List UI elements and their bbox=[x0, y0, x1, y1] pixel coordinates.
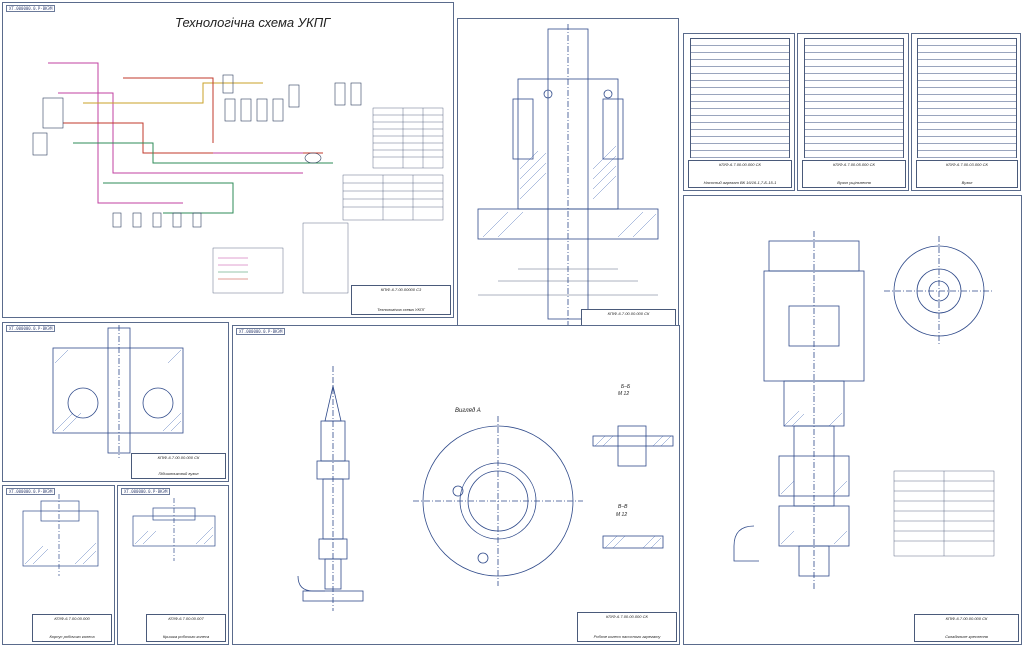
drawing-name: Кришка робочого колеса bbox=[162, 634, 210, 639]
title-block: КПІФ-6.7.00.00.000 СК Робоче колесо насо… bbox=[577, 612, 677, 642]
title-block: КПІФ-6.7.00.03.000 СК Вузол bbox=[916, 160, 1018, 188]
sheet-technological-scheme: ХТ.000000.0.Р-ВКЭМ Технологічна схема УК… bbox=[2, 2, 454, 318]
drawing-name: Насосний агрегат ВК 16/16-1,7-Б-15-1 bbox=[703, 180, 777, 185]
drawing-name: Підшипниковий вузол bbox=[158, 471, 199, 476]
drawing-name: Складальне креслення bbox=[945, 634, 988, 639]
scheme-diagram bbox=[32, 62, 444, 294]
spec-table bbox=[917, 38, 1017, 172]
drawing-code: КПІФ-6.7.00.00.000 СК bbox=[945, 616, 988, 621]
sheet-seal-section: КПІФ-6.7.00.00.000 СК Ущільнення кульово… bbox=[457, 18, 679, 340]
drawing-name: Технологічна схема УКПГ bbox=[377, 307, 425, 312]
drawing-code: КПІФ-6.7.00.00.000 СК bbox=[719, 162, 761, 167]
seal-section-drawing bbox=[477, 24, 659, 329]
title-block: КПІФ-6.7.00.00.000 СК Підшипниковий вузо… bbox=[131, 453, 226, 479]
pump-assembly-drawing bbox=[733, 231, 995, 591]
drawing-name: Робоче колесо насосного агрегату bbox=[593, 634, 661, 639]
spec-table bbox=[804, 38, 904, 172]
title-block: КПІФ-6.7.00.00.000 СК Насосний агрегат В… bbox=[688, 160, 792, 188]
drawing-code: КПІФ-6.7.00.00.000 СК bbox=[157, 455, 200, 460]
title-block: КПІФ-6.7.00.00000 С3 Технологічна схема … bbox=[351, 285, 451, 315]
spec-table bbox=[690, 38, 790, 172]
impeller-drawing bbox=[297, 366, 674, 611]
drawing-name: Вузол ущільнення bbox=[837, 180, 871, 185]
drawing-code: КПІФ-6.7.00.03.000 СК bbox=[946, 162, 988, 167]
title-block: КПІФ-6.7.00.00.000 Корпус робочого колес… bbox=[32, 614, 112, 642]
sheet-detail-cover: ХТ.000000.0.Р-ВКЭМ КПІФ-6.7.00.00.007 Кр… bbox=[117, 485, 229, 645]
drawing-name: Корпус робочого колеса bbox=[49, 634, 95, 639]
drawing-code: КПІФ-6.7.00.00.007 bbox=[168, 616, 204, 621]
sheet-specification-3: КПІФ-6.7.00.03.000 СК Вузол bbox=[911, 33, 1021, 191]
title-block: КПІФ-6.7.00.00.007 Кришка робочого колес… bbox=[146, 614, 226, 642]
title-block: КПІФ-6.7.00.05.000 СК Вузол ущільнення bbox=[802, 160, 906, 188]
sheet-detail-housing: ХТ.000000.0.Р-ВКЭМ КПІФ-6.7.00.00.000 Ко… bbox=[2, 485, 115, 645]
drawing-code: КПІФ-6.7.00.00.000 СК bbox=[606, 614, 648, 619]
sheet-impeller: ХТ.000000.0.Р-ВКЭМ Вигляд А Б–Б М 12 В–В… bbox=[232, 325, 680, 645]
drawing-code: КПІФ-6.7.00.05.000 СК bbox=[833, 162, 875, 167]
sheet-bearing-unit: ХТ.000000.0.Р-ВКЭМ КПІФ-6.7.00.00.000 СК… bbox=[2, 322, 229, 482]
drawing-code: КПІФ-6.7.00.00000 С3 bbox=[380, 287, 422, 292]
title-block: КПІФ-6.7.00.00.000 СК Складальне креслен… bbox=[914, 614, 1019, 642]
sheet-specification-1: КПІФ-6.7.00.00.000 СК Насосний агрегат В… bbox=[683, 33, 795, 191]
drawing-code: КПІФ-6.7.00.00.000 bbox=[54, 616, 90, 621]
sheet-specification-2: КПІФ-6.7.00.05.000 СК Вузол ущільнення bbox=[797, 33, 909, 191]
drawing-name: Вузол bbox=[961, 180, 973, 185]
sheet-pump-assembly: КПІФ-6.7.00.00.000 СК Складальне креслен… bbox=[683, 195, 1022, 645]
drawing-code: КПІФ-6.7.00.00.000 СК bbox=[607, 311, 650, 316]
